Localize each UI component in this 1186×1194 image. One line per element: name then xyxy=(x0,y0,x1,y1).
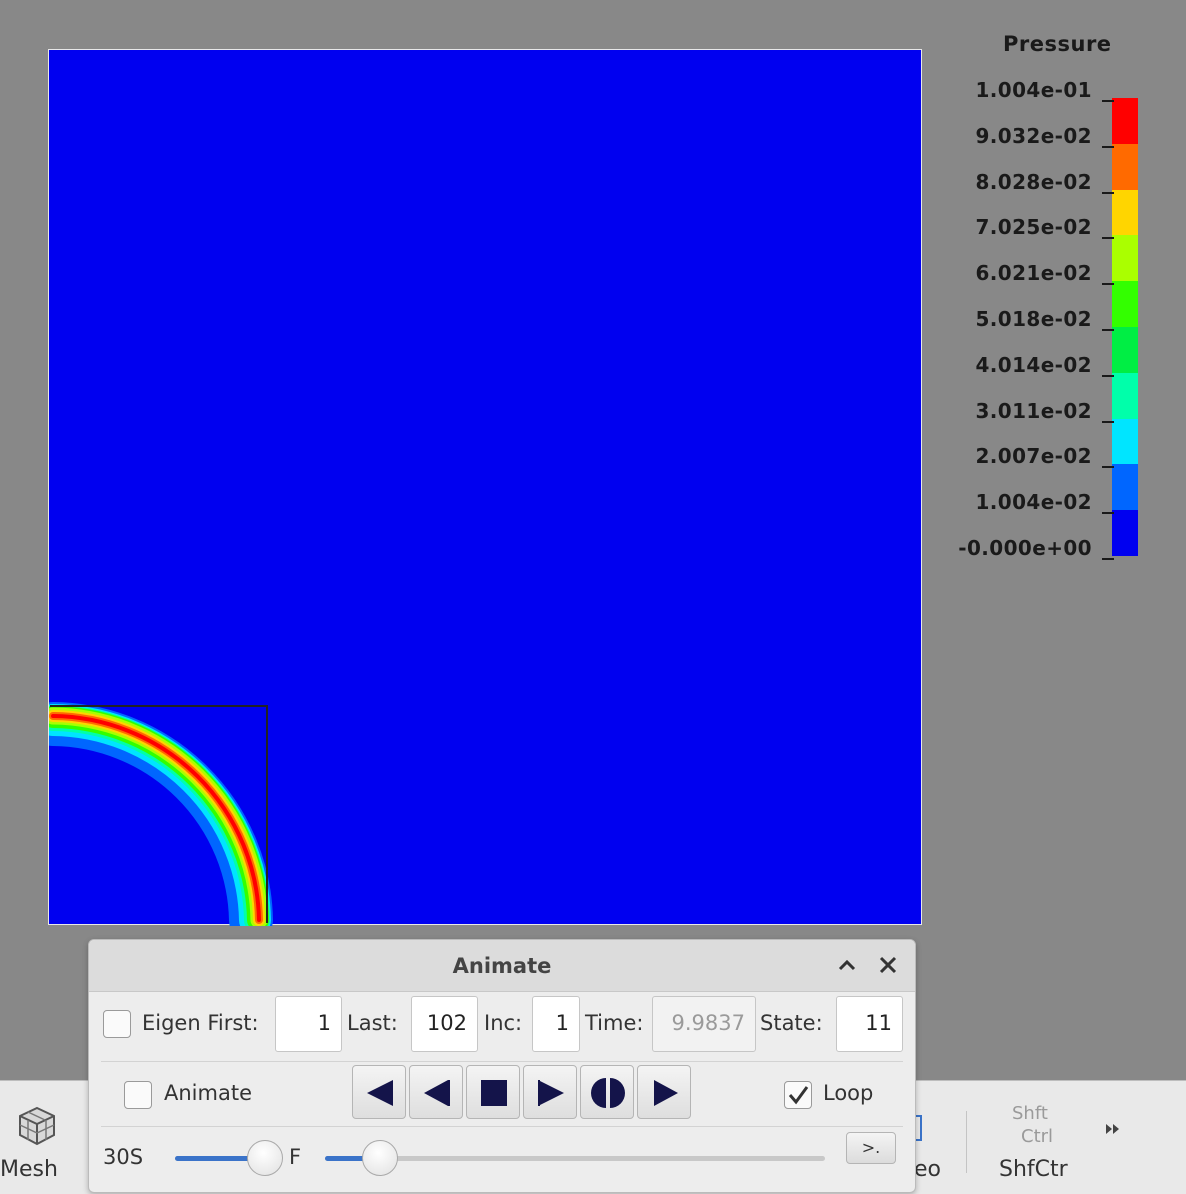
legend-label: 7.025e-02 xyxy=(975,215,1092,240)
mesh-label[interactable]: Mesh xyxy=(0,1157,58,1182)
state-label: State: xyxy=(760,1011,823,1035)
animate-panel: Animate Eigen First: 1 Last: 102 Inc: 1 … xyxy=(88,939,916,1193)
speed-slow-label: 30S xyxy=(103,1145,144,1169)
row-separator xyxy=(101,1126,903,1127)
row-separator xyxy=(101,1061,903,1062)
stop-button[interactable] xyxy=(466,1065,520,1119)
legend-tick xyxy=(1102,558,1114,560)
legend-tick xyxy=(1102,374,1114,377)
state-field[interactable]: 11 xyxy=(836,996,903,1052)
legend-tick xyxy=(1102,191,1114,194)
eigen-checkbox[interactable] xyxy=(103,1010,131,1038)
legend-tick xyxy=(1102,145,1114,148)
legend-label: 4.014e-02 xyxy=(975,352,1092,377)
legend-swatch xyxy=(1112,326,1138,373)
skip-back-button[interactable] xyxy=(352,1065,406,1119)
shfctr-label[interactable]: ShfCtr xyxy=(999,1157,1068,1182)
legend-swatch xyxy=(1112,235,1138,282)
plot-viewport[interactable] xyxy=(48,49,922,926)
legend-label: 9.032e-02 xyxy=(975,123,1092,148)
legend-swatch xyxy=(1112,418,1138,465)
bounce-button[interactable] xyxy=(580,1065,634,1119)
toolbar-divider xyxy=(966,1111,967,1173)
last-field[interactable]: 102 xyxy=(411,996,478,1052)
first-field[interactable]: 1 xyxy=(275,996,342,1052)
legend-swatch xyxy=(1112,464,1138,511)
frame-slider-track[interactable] xyxy=(325,1156,825,1161)
mesh-icon[interactable] xyxy=(16,1105,58,1147)
time-field: 9.9837 xyxy=(652,996,756,1052)
legend-title: Pressure xyxy=(1003,32,1112,56)
legend-label: -0.000e+00 xyxy=(958,536,1092,560)
inc-field[interactable]: 1 xyxy=(532,996,580,1052)
legend-tick xyxy=(1102,466,1114,469)
legend-tick xyxy=(1102,420,1114,423)
legend-tick xyxy=(1102,329,1114,331)
legend-label: 1.004e-01 xyxy=(975,78,1092,102)
legend-swatch xyxy=(1112,372,1138,419)
time-label: Time: xyxy=(585,1011,644,1035)
eigen-first-label: Eigen First: xyxy=(142,1011,259,1035)
play-button[interactable] xyxy=(637,1065,691,1119)
close-icon[interactable] xyxy=(876,953,900,977)
legend-label: 3.011e-02 xyxy=(975,398,1092,423)
last-label: Last: xyxy=(347,1011,398,1035)
loop-label: Loop xyxy=(823,1081,874,1105)
checkmark-icon xyxy=(788,1086,809,1105)
panel-title: Animate xyxy=(452,954,552,978)
legend-swatch xyxy=(1112,281,1138,327)
shift-key-label: Shft xyxy=(1012,1103,1048,1124)
legend-tick xyxy=(1102,283,1114,286)
step-forward-button[interactable] xyxy=(523,1065,577,1119)
legend-tick xyxy=(1102,512,1114,515)
legend-swatch xyxy=(1112,98,1138,144)
speed-fast-label: F xyxy=(289,1145,302,1169)
panel-header[interactable]: Animate xyxy=(89,940,915,992)
legend-swatch xyxy=(1112,189,1138,236)
legend-swatch xyxy=(1112,510,1138,556)
speed-slider-knob[interactable] xyxy=(247,1140,284,1176)
legend-tick xyxy=(1102,100,1114,102)
legend-colorbar xyxy=(1112,98,1138,556)
video-label[interactable]: eo xyxy=(914,1157,941,1182)
legend-label: 5.018e-02 xyxy=(975,307,1092,331)
ctrl-key-label: Ctrl xyxy=(1021,1126,1054,1147)
animate-label: Animate xyxy=(164,1081,252,1105)
command-button[interactable]: >. xyxy=(846,1132,896,1164)
legend-label: 2.007e-02 xyxy=(975,444,1092,469)
step-back-button[interactable] xyxy=(409,1065,463,1119)
legend-label: 1.004e-02 xyxy=(975,490,1092,515)
legend-tick xyxy=(1102,237,1114,240)
inset-frame xyxy=(50,705,268,923)
loop-checkbox[interactable] xyxy=(784,1081,812,1109)
frame-slider-knob[interactable] xyxy=(362,1140,398,1176)
legend-label: 6.021e-02 xyxy=(975,261,1092,286)
collapse-chevron-icon[interactable] xyxy=(835,953,859,977)
legend-label: 8.028e-02 xyxy=(975,169,1092,194)
legend-swatch xyxy=(1112,143,1138,190)
inc-label: Inc: xyxy=(484,1011,523,1035)
overflow-chevron-icon[interactable] xyxy=(1104,1121,1122,1135)
animate-checkbox[interactable] xyxy=(124,1081,152,1109)
